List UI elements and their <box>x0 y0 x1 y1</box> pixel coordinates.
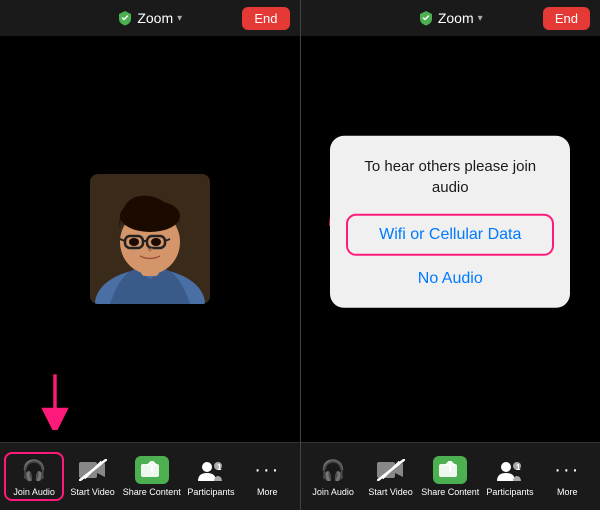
end-button-right[interactable]: End <box>543 7 590 30</box>
zoom-brand-left[interactable]: Zoom ▾ <box>117 10 182 26</box>
zoom-label-right: Zoom <box>438 10 474 26</box>
start-video-button-right[interactable]: Start Video <box>362 452 419 501</box>
dialog-title: To hear others please join audio <box>346 156 554 198</box>
headphone-icon: 🎧 <box>20 456 48 484</box>
shield-icon-right <box>418 10 434 26</box>
share-content-button-right[interactable]: Share Content <box>419 452 481 501</box>
toolbar-left: 🎧 Join Audio Start Video Share <box>0 442 300 510</box>
left-screen: Zoom ▾ End <box>0 0 300 510</box>
toolbar-right: 🎧 Join Audio Start Video Share <box>301 442 600 510</box>
start-video-label-right: Start Video <box>368 487 412 497</box>
start-video-label: Start Video <box>70 487 114 497</box>
more-icon-right: ··· <box>553 456 581 484</box>
participant-thumbnail <box>90 174 210 304</box>
svg-text:1: 1 <box>516 463 521 472</box>
zoom-brand-right[interactable]: Zoom ▾ <box>418 10 483 26</box>
share-content-label-right: Share Content <box>421 487 479 497</box>
video-icon <box>79 456 107 484</box>
more-label-right: More <box>557 487 578 497</box>
join-audio-button-right[interactable]: 🎧 Join Audio <box>305 452 362 501</box>
headphone-icon-right: 🎧 <box>319 456 347 484</box>
zoom-label-left: Zoom <box>137 10 173 26</box>
participants-icon: 1 <box>197 456 225 484</box>
more-icon-left: ··· <box>253 456 281 484</box>
end-button-left[interactable]: End <box>242 7 289 30</box>
participants-button[interactable]: 1 Participants <box>183 452 239 501</box>
participants-button-right[interactable]: 1 Participants <box>481 452 538 501</box>
right-screen: Zoom ▾ End To hear others please join au… <box>301 0 600 510</box>
share-icon-right <box>433 456 467 484</box>
share-icon <box>135 456 169 484</box>
top-bar-left: Zoom ▾ End <box>0 0 300 36</box>
participants-label: Participants <box>187 487 234 497</box>
participants-icon-right: 1 <box>496 456 524 484</box>
video-icon-right <box>377 456 405 484</box>
shield-icon <box>117 10 133 26</box>
more-button-left[interactable]: ··· More <box>239 452 295 501</box>
video-area-left <box>0 36 300 442</box>
audio-dialog: To hear others please join audio Wifi or… <box>330 136 570 308</box>
join-audio-button[interactable]: 🎧 Join Audio <box>4 452 64 501</box>
svg-text:1: 1 <box>217 463 222 472</box>
top-bar-right: Zoom ▾ End <box>301 0 600 36</box>
more-label-left: More <box>257 487 278 497</box>
chevron-icon-right: ▾ <box>478 13 483 24</box>
more-button-right[interactable]: ··· More <box>539 452 596 501</box>
join-audio-label-right: Join Audio <box>312 487 354 497</box>
no-audio-button[interactable]: No Audio <box>346 266 554 292</box>
join-audio-label: Join Audio <box>13 487 55 497</box>
wifi-cellular-button[interactable]: Wifi or Cellular Data <box>346 214 554 256</box>
video-area-right: To hear others please join audio Wifi or… <box>301 36 600 442</box>
share-content-label: Share Content <box>123 487 181 497</box>
share-content-button[interactable]: Share Content <box>121 452 183 501</box>
chevron-icon-left: ▾ <box>177 13 182 24</box>
start-video-button[interactable]: Start Video <box>64 452 120 501</box>
participants-label-right: Participants <box>486 487 533 497</box>
